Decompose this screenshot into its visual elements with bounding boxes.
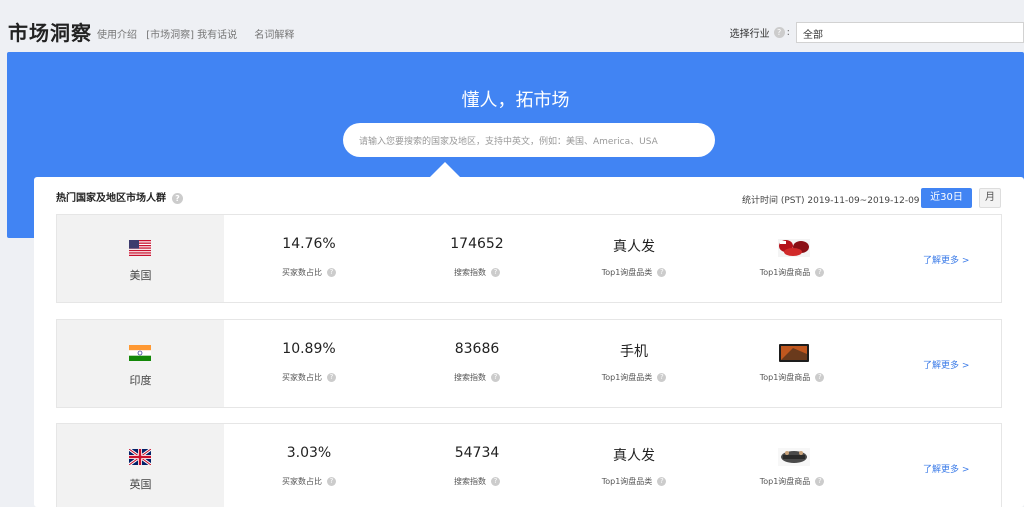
country-search-input[interactable]: 请输入您要搜索的国家及地区，支持中英文，例如：美国、America、USA bbox=[343, 123, 715, 157]
industry-select[interactable]: 全部 bbox=[796, 22, 1024, 43]
top-bar: 市场洞察 使用介绍 [市场洞察] 我有话说 名词解释 选择行业 ? : 全部 bbox=[0, 0, 1024, 52]
help-icon[interactable]: ? bbox=[657, 373, 667, 382]
app-title: 市场洞察 bbox=[8, 21, 92, 45]
help-icon[interactable]: ? bbox=[491, 477, 500, 486]
help-icon[interactable]: ? bbox=[657, 477, 667, 486]
search-index-value: 83686 bbox=[454, 341, 500, 357]
industry-separator: : bbox=[786, 27, 790, 38]
top-category-label: Top1询盘品类? bbox=[554, 267, 714, 278]
top-links: 使用介绍 [市场洞察] 我有话说 名词解释 bbox=[97, 26, 294, 41]
top-category-value: 手机 bbox=[620, 344, 648, 360]
link-glossary[interactable]: 名词解释 bbox=[254, 30, 294, 41]
help-icon[interactable]: ? bbox=[657, 268, 667, 277]
market-row: 美国 14.76% 买家数占比? 174652 搜索指数? 真人发 Top1询盘… bbox=[56, 214, 1002, 303]
link-usage-intro[interactable]: 使用介绍 bbox=[97, 30, 137, 41]
search-index-value: 174652 bbox=[450, 236, 504, 252]
top-category-metric: 手机 Top1询盘品类? bbox=[554, 320, 714, 407]
top-category-metric: 真人发 Top1询盘品类? bbox=[554, 215, 714, 302]
search-index-label: 搜索指数? bbox=[397, 372, 557, 383]
learn-more-link[interactable]: 了解更多 > bbox=[923, 358, 969, 371]
top-category-label: Top1询盘品类? bbox=[554, 372, 714, 383]
help-icon[interactable]: ? bbox=[815, 477, 825, 486]
market-row: 英国 3.03% 买家数占比? 54734 搜索指数? 真人发 Top1询盘品类… bbox=[56, 423, 1002, 507]
hot-markets-panel: 热门国家及地区市场人群? 统计时间 (PST) 2019-11-09~2019-… bbox=[34, 177, 1024, 507]
top-category-label: Top1询盘品类? bbox=[554, 476, 714, 487]
search-index-label: 搜索指数? bbox=[397, 267, 557, 278]
country-name: 英国 bbox=[129, 478, 152, 491]
learn-more-link[interactable]: 了解更多 > bbox=[923, 253, 969, 266]
help-icon[interactable]: ? bbox=[491, 373, 500, 382]
help-icon[interactable]: ? bbox=[815, 268, 825, 277]
last-30-days-button[interactable]: 近30日 bbox=[921, 188, 972, 208]
search-index-metric: 174652 搜索指数? bbox=[397, 215, 557, 302]
country-name: 美国 bbox=[129, 269, 152, 282]
help-icon[interactable]: ? bbox=[491, 268, 500, 277]
market-row: 印度 10.89% 买家数占比? 83686 搜索指数? 手机 Top1询盘品类… bbox=[56, 319, 1002, 408]
help-icon[interactable]: ? bbox=[327, 373, 336, 382]
help-icon[interactable]: ? bbox=[327, 268, 336, 277]
buyer-ratio-label: 买家数占比? bbox=[229, 372, 389, 383]
top-product-metric: Top1询盘商品? bbox=[712, 215, 872, 302]
top-product-label: Top1询盘商品? bbox=[712, 476, 872, 487]
buyer-ratio-label: 买家数占比? bbox=[229, 476, 389, 487]
top-product-label: Top1询盘商品? bbox=[712, 372, 872, 383]
help-icon[interactable]: ? bbox=[815, 373, 825, 382]
wig-product-thumbnail-icon[interactable] bbox=[777, 446, 811, 468]
buyer-ratio-label: 买家数占比? bbox=[229, 267, 389, 278]
us-flag-icon bbox=[129, 240, 151, 256]
top-category-value: 真人发 bbox=[613, 448, 655, 464]
buyer-ratio-metric: 3.03% 买家数占比? bbox=[229, 424, 389, 507]
country-cell: 印度 bbox=[57, 320, 224, 407]
buyer-ratio-value: 3.03% bbox=[286, 445, 332, 461]
industry-selector: 选择行业 ? : 全部 bbox=[730, 22, 1024, 43]
country-cell: 美国 bbox=[57, 215, 224, 302]
search-index-metric: 83686 搜索指数? bbox=[397, 320, 557, 407]
india-flag-icon bbox=[129, 345, 151, 361]
phone-product-thumbnail-icon[interactable] bbox=[777, 342, 811, 364]
hero-title: 懂人，拓市场 bbox=[461, 90, 570, 111]
uk-flag-icon bbox=[129, 449, 151, 465]
panel-pointer bbox=[429, 162, 461, 178]
buyer-ratio-value: 10.89% bbox=[282, 341, 336, 357]
top-product-label: Top1询盘商品? bbox=[712, 267, 872, 278]
help-icon[interactable]: ? bbox=[773, 27, 785, 38]
buyer-ratio-metric: 10.89% 买家数占比? bbox=[229, 320, 389, 407]
search-index-value: 54734 bbox=[454, 445, 500, 461]
month-button[interactable]: 月 bbox=[979, 188, 1001, 208]
top-category-value: 真人发 bbox=[613, 239, 655, 255]
search-index-metric: 54734 搜索指数? bbox=[397, 424, 557, 507]
top-category-metric: 真人发 Top1询盘品类? bbox=[554, 424, 714, 507]
buyer-ratio-metric: 14.76% 买家数占比? bbox=[229, 215, 389, 302]
hair-product-thumbnail-icon[interactable] bbox=[777, 237, 811, 259]
search-index-label: 搜索指数? bbox=[397, 476, 557, 487]
buyer-ratio-value: 14.76% bbox=[282, 236, 336, 252]
top-product-metric: Top1询盘商品? bbox=[712, 424, 872, 507]
help-icon[interactable]: ? bbox=[172, 193, 183, 204]
stat-period: 统计时间 (PST) 2019-11-09~2019-12-09 bbox=[742, 196, 920, 206]
top-product-metric: Top1询盘商品? bbox=[712, 320, 872, 407]
help-icon[interactable]: ? bbox=[327, 477, 336, 486]
country-cell: 英国 bbox=[57, 424, 224, 507]
country-name: 印度 bbox=[129, 374, 152, 387]
link-feedback[interactable]: [市场洞察] 我有话说 bbox=[146, 30, 237, 41]
industry-label: 选择行业 bbox=[729, 29, 770, 40]
panel-title-text: 热门国家及地区市场人群 bbox=[56, 193, 166, 204]
learn-more-link[interactable]: 了解更多 > bbox=[923, 462, 969, 475]
panel-title: 热门国家及地区市场人群? bbox=[56, 189, 183, 204]
